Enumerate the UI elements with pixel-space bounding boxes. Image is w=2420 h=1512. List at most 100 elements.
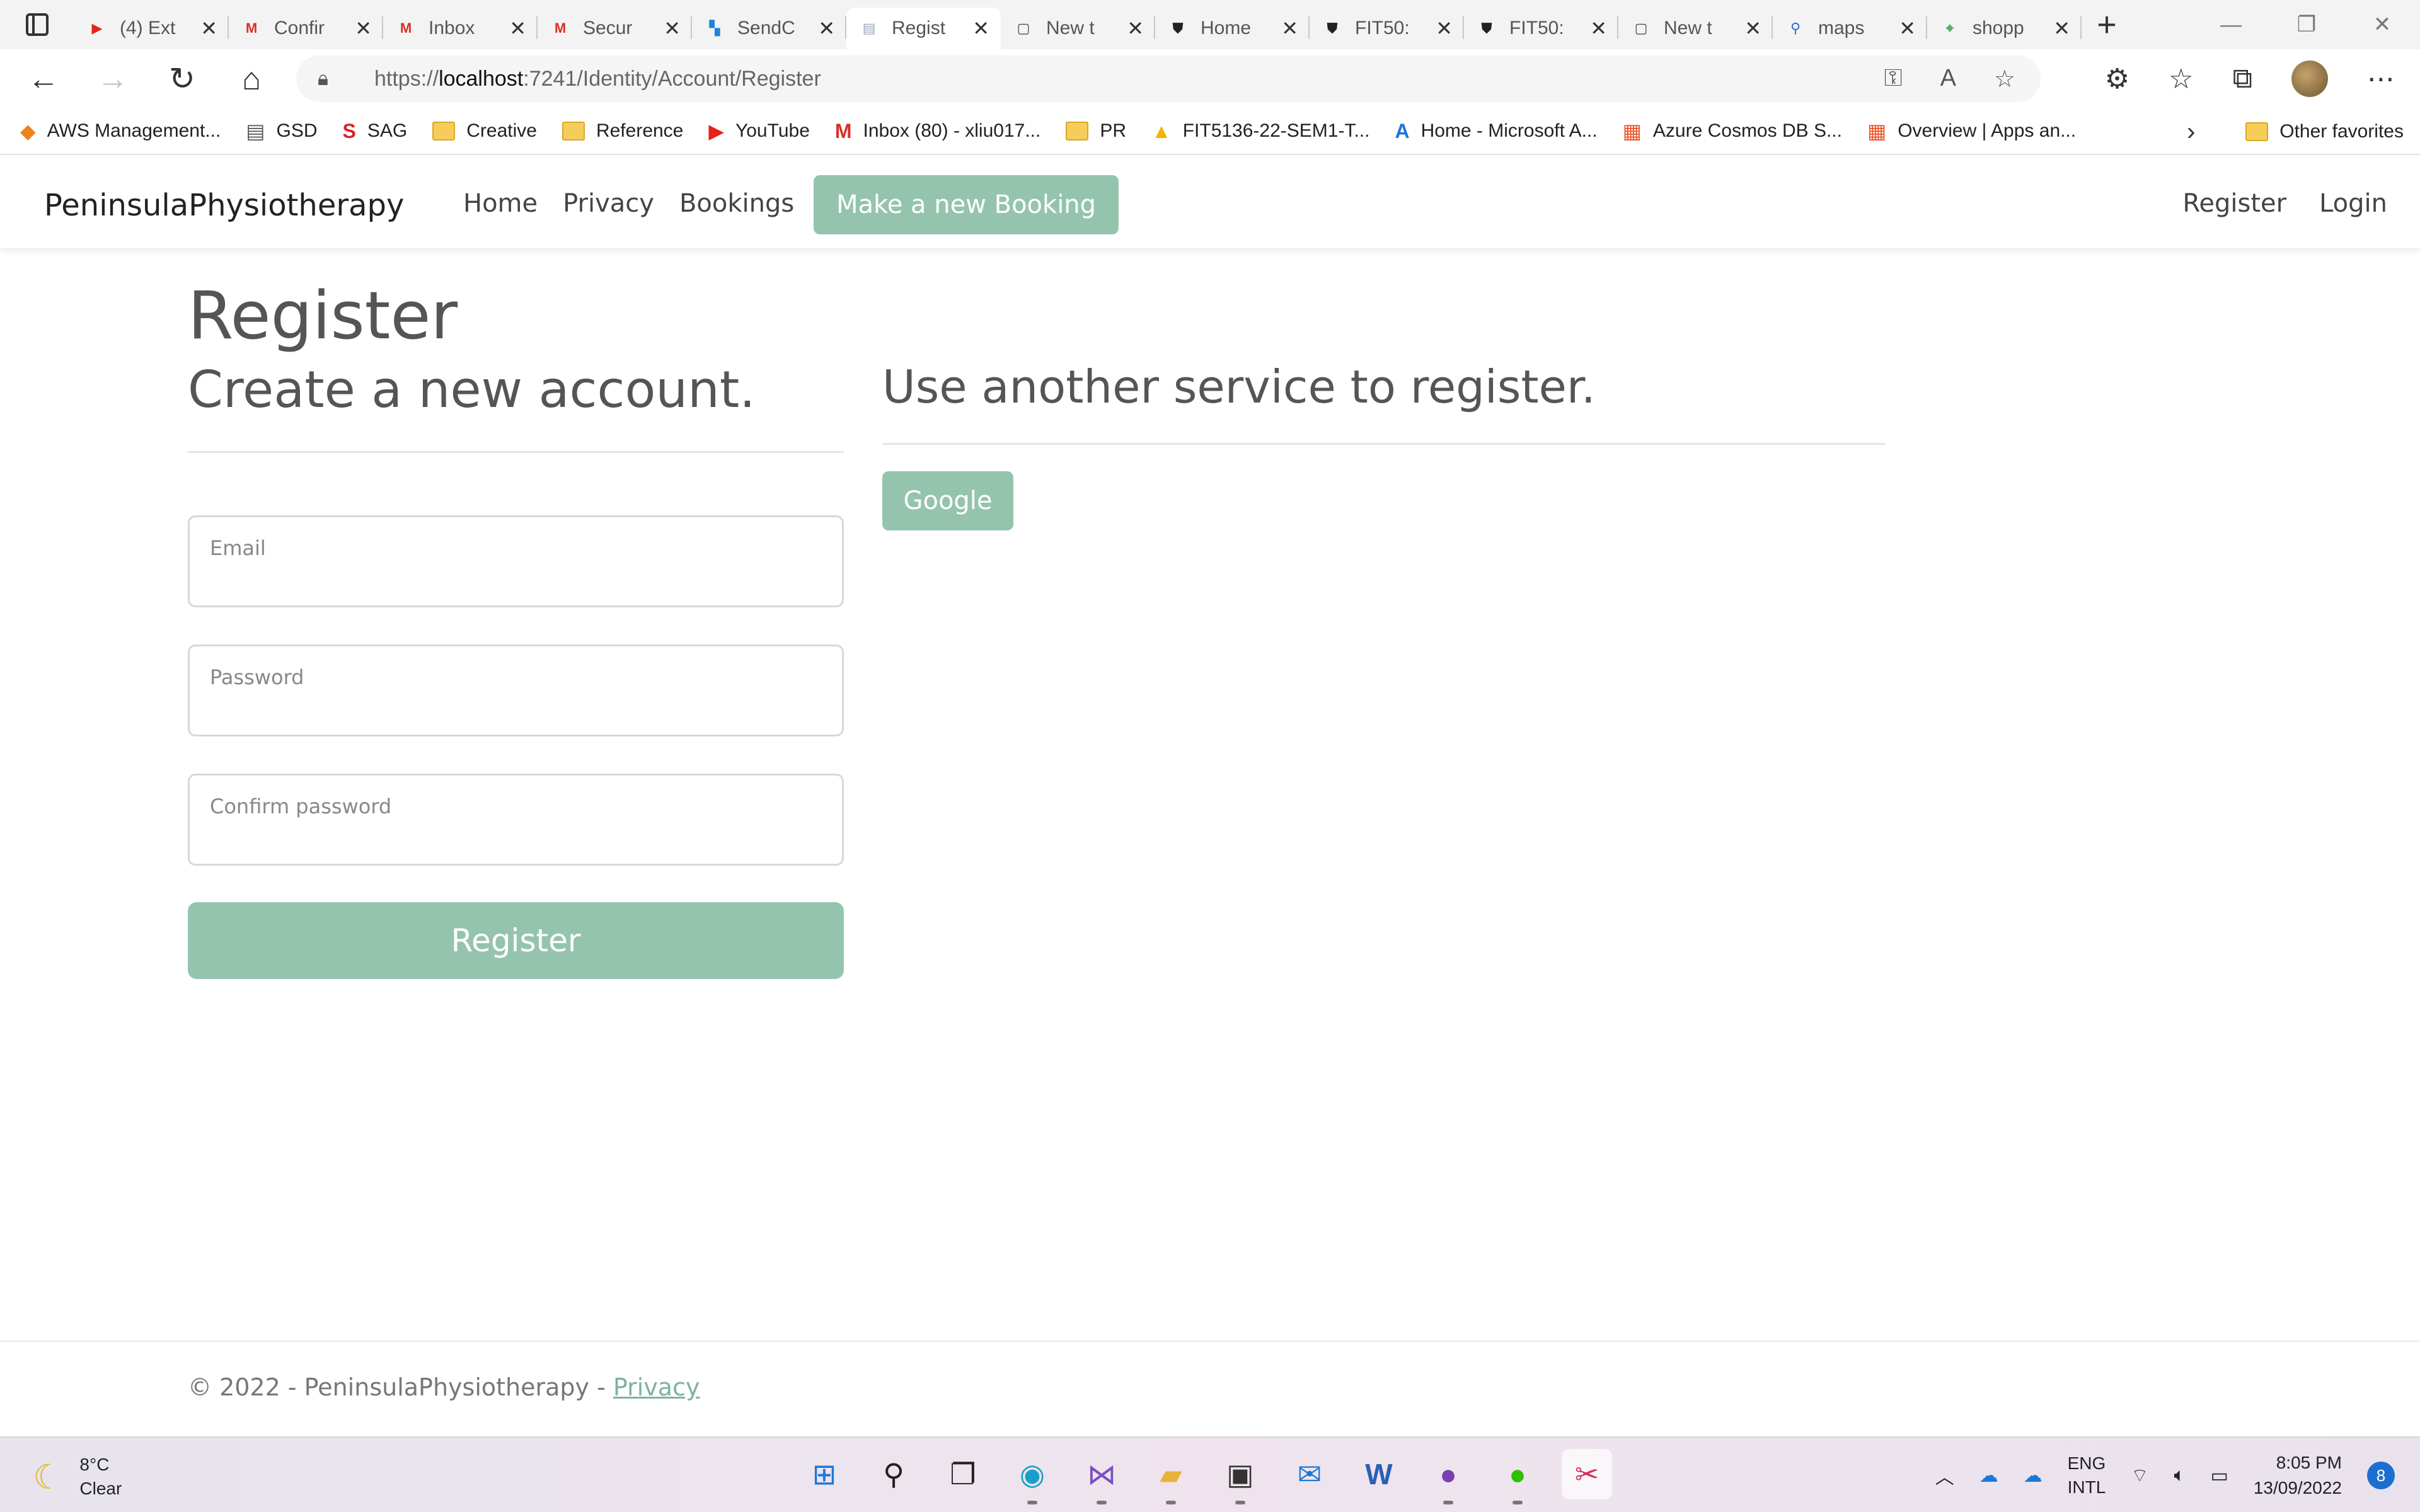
language-indicator[interactable]: ENG INTL <box>2068 1452 2106 1499</box>
clock[interactable]: 8:05 PM 13/09/2022 <box>2254 1450 2342 1501</box>
close-tab-icon[interactable]: ✕ <box>200 16 217 40</box>
bookmark-item[interactable]: PR <box>1066 120 1126 142</box>
browser-tab[interactable]: ⛊ FIT50: ✕ <box>1464 8 1618 49</box>
bookmark-item[interactable]: ▦ Overview | Apps an... <box>1867 119 2076 143</box>
profile-avatar[interactable] <box>2291 60 2328 97</box>
nav-bookings-link[interactable]: Bookings <box>679 189 794 218</box>
bookmark-item[interactable]: ▲ FIT5136-22-SEM1-T... <box>1151 120 1369 143</box>
collections-icon[interactable]: ⧉ <box>2233 63 2252 94</box>
bookmark-item[interactable]: ◆ AWS Management... <box>20 119 221 143</box>
new-tab-button[interactable]: + <box>2082 0 2132 49</box>
google-login-button[interactable]: Google <box>882 471 1013 530</box>
browser-tab[interactable]: M Confir ✕ <box>229 8 383 49</box>
bookmark-item[interactable]: ▤ GSD <box>246 119 317 143</box>
task-view-icon[interactable]: ❐ <box>938 1449 988 1499</box>
more-favorites-chevron-icon[interactable]: › <box>2187 108 2195 155</box>
browser-tab[interactable]: M Inbox ✕ <box>383 8 538 49</box>
show-hidden-icons-chevron-icon[interactable]: ︿ <box>1935 1462 1954 1489</box>
home-button[interactable]: ⌂ <box>217 49 286 108</box>
extensions-icon[interactable]: ⚙ <box>2105 63 2129 95</box>
search-icon[interactable]: ⚲ <box>868 1449 919 1499</box>
close-tab-icon[interactable]: ✕ <box>1436 16 1453 40</box>
register-button[interactable]: Register <box>188 902 844 979</box>
word-icon[interactable]: W <box>1354 1449 1404 1499</box>
bookmark-label: Home - Microsoft A... <box>1420 120 1598 141</box>
key-icon[interactable]: ⚿ <box>1884 65 1903 93</box>
confirm-password-field[interactable]: Confirm password <box>188 774 844 866</box>
close-tab-icon[interactable]: ✕ <box>1281 16 1298 40</box>
notification-badge[interactable]: 8 <box>2367 1462 2395 1489</box>
site-brand[interactable]: PeninsulaPhysiotherapy <box>44 188 404 223</box>
close-tab-icon[interactable]: ✕ <box>355 16 372 40</box>
minimize-button[interactable]: — <box>2193 0 2269 49</box>
forward-button[interactable]: → <box>78 49 147 108</box>
close-tab-icon[interactable]: ✕ <box>972 16 989 40</box>
close-tab-icon[interactable]: ✕ <box>664 16 681 40</box>
browser-tab[interactable]: ⌖ shopp ✕ <box>1927 8 2082 49</box>
close-tab-icon[interactable]: ✕ <box>1127 16 1144 40</box>
browser-tab[interactable]: ⛊ FIT50: ✕ <box>1310 8 1464 49</box>
nav-register-link[interactable]: Register <box>2182 189 2286 218</box>
bookmark-item[interactable]: ▦ Azure Cosmos DB S... <box>1623 119 1842 143</box>
close-tab-icon[interactable]: ✕ <box>1744 16 1761 40</box>
tab-actions-button[interactable] <box>0 0 74 49</box>
password-input[interactable] <box>209 697 820 722</box>
url-field[interactable]: 🔒︎ https://localhost:7241/Identity/Accou… <box>296 55 2041 102</box>
volume-icon[interactable]: 🔈︎ <box>2174 1465 2186 1486</box>
github-desktop-icon[interactable]: ● <box>1423 1449 1473 1504</box>
favorites-icon[interactable]: ☆ <box>2169 63 2193 95</box>
snipping-tool-icon[interactable]: ✂ <box>1562 1449 1612 1499</box>
tab-title: Confir <box>274 18 325 38</box>
mail-icon[interactable]: ✉ <box>1284 1449 1335 1499</box>
new-booking-button[interactable]: Make a new Booking <box>814 175 1119 234</box>
browser-tab[interactable]: ▢ New t ✕ <box>1001 8 1155 49</box>
weather-widget[interactable]: ☾ 8°C Clear <box>33 1453 122 1501</box>
nav-home-link[interactable]: Home <box>463 189 538 218</box>
nav-privacy-link[interactable]: Privacy <box>563 189 654 218</box>
bookmark-label: Overview | Apps an... <box>1898 120 2077 141</box>
close-tab-icon[interactable]: ✕ <box>2053 16 2070 40</box>
bookmark-label: SAG <box>367 120 408 141</box>
add-favorite-icon[interactable]: ☆ <box>1994 65 2015 93</box>
terminal-icon[interactable]: ▣ <box>1215 1449 1265 1504</box>
close-tab-icon[interactable]: ✕ <box>818 16 835 40</box>
password-field[interactable]: Password <box>188 644 844 736</box>
nav-login-link[interactable]: Login <box>2319 189 2387 218</box>
browser-tab[interactable]: ▚ SendC ✕ <box>692 8 846 49</box>
wechat-icon[interactable]: ● <box>1492 1449 1543 1504</box>
close-tab-icon[interactable]: ✕ <box>1590 16 1607 40</box>
footer-privacy-link[interactable]: Privacy <box>613 1373 700 1401</box>
read-aloud-icon[interactable]: A <box>1940 65 1956 93</box>
close-tab-icon[interactable]: ✕ <box>1899 16 1916 40</box>
restore-button[interactable]: ❐ <box>2269 0 2344 49</box>
onedrive-personal-icon[interactable]: ☁ <box>2024 1465 2043 1487</box>
onedrive-icon[interactable]: ☁ <box>1979 1465 1998 1487</box>
close-window-button[interactable]: ✕ <box>2344 0 2420 49</box>
close-tab-icon[interactable]: ✕ <box>509 16 526 40</box>
bookmark-item[interactable]: A Home - Microsoft A... <box>1395 120 1597 143</box>
bookmark-item[interactable]: M Inbox (80) - xliu017... <box>835 120 1040 143</box>
bookmark-item[interactable]: ▶ YouTube <box>708 119 810 143</box>
wifi-icon[interactable]: ⌔ <box>2131 1463 2148 1487</box>
more-menu-icon[interactable]: ⋯ <box>2367 63 2395 95</box>
bookmark-item[interactable]: S SAG <box>343 120 408 143</box>
bookmark-item[interactable]: Creative <box>432 120 537 142</box>
back-button[interactable]: ← <box>9 49 78 108</box>
edge-icon[interactable]: ◉ <box>1007 1449 1057 1504</box>
other-favorites[interactable]: Other favorites <box>2245 108 2404 155</box>
refresh-button[interactable]: ↻ <box>147 49 217 108</box>
battery-icon[interactable]: ▭ <box>2211 1465 2228 1487</box>
browser-tab[interactable]: M Secur ✕ <box>538 8 692 49</box>
email-field[interactable]: Email <box>188 515 844 607</box>
browser-tab[interactable]: ⚲ maps ✕ <box>1773 8 1927 49</box>
browser-tab[interactable]: ▤ Regist ✕ <box>846 8 1001 49</box>
browser-tab[interactable]: ▢ New t ✕ <box>1618 8 1773 49</box>
file-explorer-icon[interactable]: ▰ <box>1146 1449 1196 1504</box>
visual-studio-icon[interactable]: ⋈ <box>1076 1449 1127 1504</box>
email-input[interactable] <box>209 568 820 593</box>
bookmark-item[interactable]: Reference <box>562 120 683 142</box>
confirm-password-input[interactable] <box>209 826 820 851</box>
browser-tab[interactable]: ▶ (4) Ext ✕ <box>74 8 229 49</box>
start-icon[interactable]: ⊞ <box>799 1449 850 1499</box>
browser-tab[interactable]: ⛊ Home ✕ <box>1155 8 1310 49</box>
